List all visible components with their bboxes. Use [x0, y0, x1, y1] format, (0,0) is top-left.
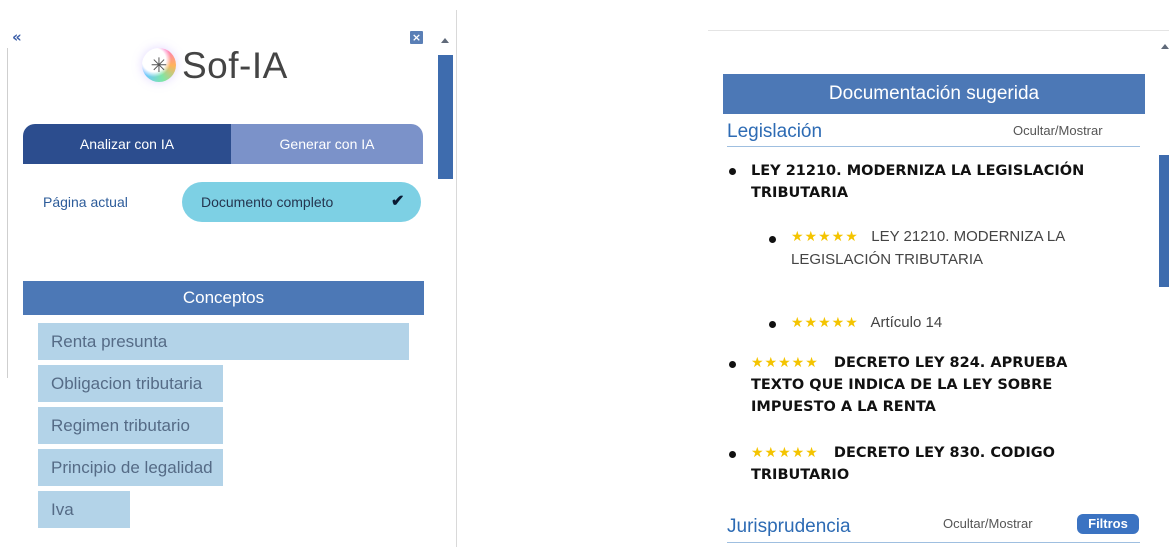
bullet-icon	[729, 451, 736, 458]
bullet-icon	[769, 321, 776, 328]
bullet-icon	[769, 236, 776, 243]
legislation-item[interactable]: ★★★★★ DECRETO LEY 830. CODIGO TRIBUTARIO	[751, 442, 1071, 486]
scroll-up-arrow-icon[interactable]	[1161, 44, 1169, 49]
concepts-header: Conceptos	[23, 281, 424, 315]
filters-button[interactable]: Filtros	[1077, 514, 1139, 534]
concept-item[interactable]: Iva	[38, 491, 130, 528]
rating-stars-icon: ★★★★★	[791, 314, 859, 330]
suggested-docs-header: Documentación sugerida	[723, 74, 1145, 114]
panel-top-border	[708, 30, 1169, 31]
legislacion-toggle-link[interactable]: Ocultar/Mostrar	[1013, 122, 1103, 140]
sparkle-logo-icon: ✳	[142, 48, 176, 82]
panel-left-edge	[7, 48, 8, 378]
rating-stars-icon: ★★★★★	[751, 355, 819, 371]
brand-name: Sof-IA	[182, 45, 288, 86]
panel-divider	[456, 10, 457, 547]
legislation-subitem[interactable]: ★★★★★ Artículo 14	[791, 311, 1101, 334]
rating-stars-icon: ★★★★★	[751, 445, 819, 461]
scope-current-page-option[interactable]: Página actual	[43, 192, 128, 212]
legislation-item-title: LEY 21210. MODERNIZA LA LEGISLACIÓN TRIB…	[751, 163, 1085, 201]
bullet-icon	[729, 361, 736, 368]
concept-item[interactable]: Principio de legalidad	[38, 449, 223, 486]
concept-item[interactable]: Obligacion tributaria	[38, 365, 223, 402]
scroll-up-arrow-icon[interactable]	[441, 38, 449, 43]
legislacion-section-title: Legislación	[727, 121, 823, 142]
concept-item[interactable]: Renta presunta	[38, 323, 409, 360]
jurisprudencia-section-title: Jurisprudencia	[727, 516, 851, 537]
right-scrollbar-thumb[interactable]	[1159, 155, 1169, 287]
tab-generar-con-ia[interactable]: Generar con IA	[231, 124, 423, 164]
concept-item[interactable]: Regimen tributario	[38, 407, 223, 444]
bullet-icon	[729, 168, 736, 175]
jurisprudencia-toggle-link[interactable]: Ocultar/Mostrar	[943, 515, 1033, 533]
collapse-panel-icon[interactable]: «	[12, 30, 22, 45]
scope-full-document-option[interactable]: Documento completo ✔	[182, 182, 421, 222]
legislation-item[interactable]: ★★★★★ DECRETO LEY 824. APRUEBA TEXTO QUE…	[751, 352, 1121, 418]
close-icon[interactable]: ×	[410, 31, 423, 44]
legislation-item[interactable]: LEY 21210. MODERNIZA LA LEGISLACIÓN TRIB…	[751, 160, 1131, 204]
scope-full-document-label: Documento completo	[201, 194, 334, 210]
left-scrollbar-thumb[interactable]	[438, 55, 453, 179]
legislation-subitem[interactable]: ★★★★★ LEY 21210. MODERNIZA LA LEGISLACIÓ…	[791, 225, 1101, 271]
section-divider	[727, 146, 1140, 147]
tab-analizar-con-ia[interactable]: Analizar con IA	[23, 124, 231, 164]
check-icon: ✔	[391, 193, 405, 210]
rating-stars-icon: ★★★★★	[791, 228, 859, 244]
legislation-subitem-title: Artículo 14	[870, 314, 943, 331]
section-divider	[727, 542, 1140, 543]
